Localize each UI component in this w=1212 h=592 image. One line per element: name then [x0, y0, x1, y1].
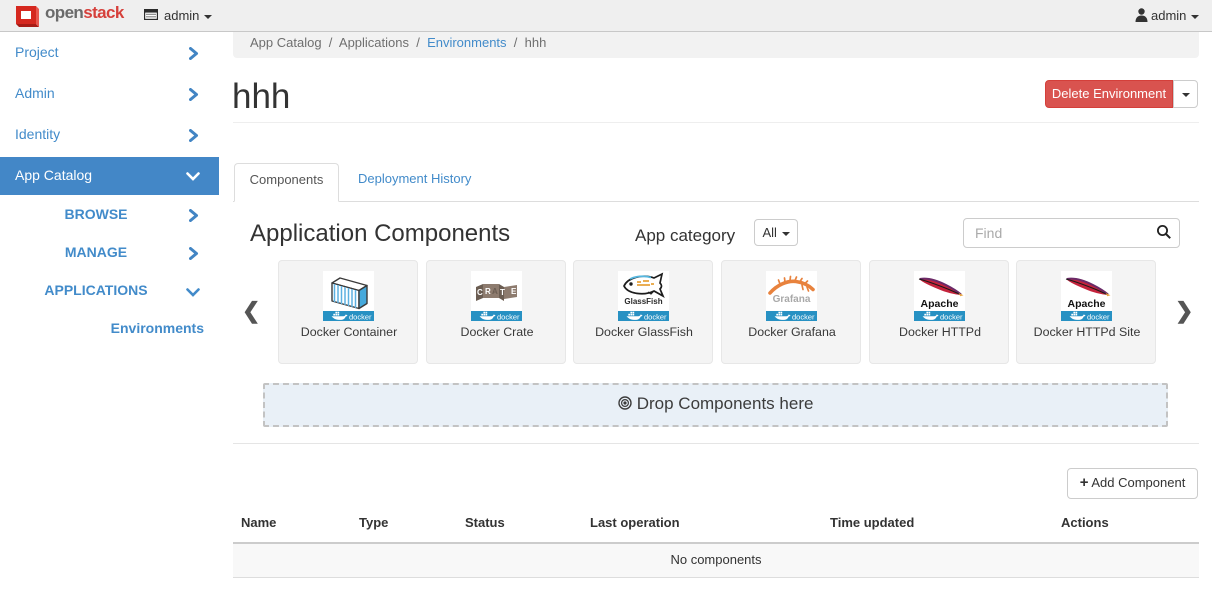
svg-text:docker: docker — [1087, 312, 1110, 321]
svg-text:A: A — [492, 287, 498, 296]
svg-text:GlassFish: GlassFish — [624, 297, 662, 306]
svg-text:docker: docker — [940, 312, 963, 321]
svg-text:C: C — [477, 288, 483, 297]
svg-text:E: E — [511, 287, 517, 296]
svg-text:T: T — [500, 288, 505, 297]
svg-text:docker: docker — [792, 312, 815, 321]
svg-text:R: R — [485, 287, 491, 296]
svg-text:docker: docker — [497, 312, 520, 321]
svg-text:Grafana: Grafana — [773, 294, 811, 305]
svg-text:docker: docker — [349, 312, 372, 321]
svg-text:Apache: Apache — [921, 298, 959, 310]
svg-text:Apache: Apache — [1068, 298, 1106, 310]
svg-text:docker: docker — [644, 312, 667, 321]
